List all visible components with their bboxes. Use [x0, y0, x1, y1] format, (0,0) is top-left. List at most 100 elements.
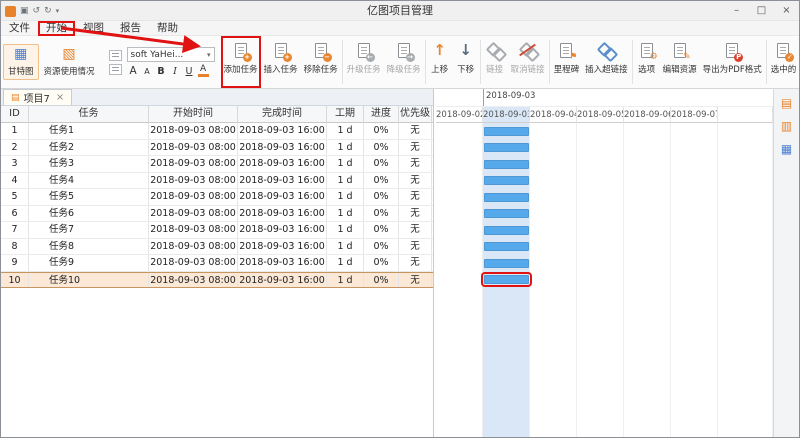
table-row-10[interactable]: 10任务102018-09-03 08:002018-09-03 16:001 …	[1, 272, 433, 289]
gantt-bar-task-10[interactable]	[484, 275, 529, 284]
add-task-button[interactable]: +添加任务	[221, 36, 261, 88]
menu-item-view[interactable]: 视图	[75, 21, 112, 36]
export-pdf-button[interactable]: P导出为PDF格式	[700, 36, 765, 88]
milestone-button[interactable]: ⚑里程碑	[551, 36, 583, 88]
table-cell: 1 d	[327, 222, 364, 238]
column-header-6[interactable]: 优先级	[399, 106, 432, 123]
table-header: ID任务开始时间完成时间工期进度优先级	[1, 106, 433, 123]
column-header-4[interactable]: 工期	[327, 106, 364, 123]
table-row-4[interactable]: 4任务42018-09-03 08:002018-09-03 16:001 d0…	[1, 173, 433, 190]
resource-usage-view-button[interactable]: ▧资源使用情况	[39, 44, 100, 80]
menu-item-report[interactable]: 报告	[112, 21, 149, 36]
resource-panel-icon[interactable]: ▥	[778, 117, 796, 135]
options-button[interactable]: ⚙选项	[634, 36, 660, 88]
gantt-bar-task-7[interactable]	[484, 226, 529, 235]
tab-project7[interactable]: ▤ 项目7 ×	[3, 89, 72, 105]
options-label: 选项	[638, 63, 655, 75]
font-color-button[interactable]: A	[198, 65, 209, 77]
table-cell: 无	[399, 173, 432, 189]
table-row-8[interactable]: 8任务82018-09-03 08:002018-09-03 16:001 d0…	[1, 239, 433, 256]
table-cell: 0%	[364, 255, 399, 271]
demote-task-button[interactable]: →降级任务	[384, 36, 424, 88]
export-pdf-label: 导出为PDF格式	[703, 63, 762, 75]
font-name-select[interactable]: soft YaHei... ▾	[127, 47, 215, 62]
gantt-bar-task-2[interactable]	[484, 143, 529, 152]
save-icon[interactable]: ▣	[20, 1, 29, 21]
link-icon	[485, 41, 505, 60]
table-cell: 无	[399, 273, 432, 288]
format-row: A A B I U A	[127, 65, 215, 77]
gantt-view-button[interactable]: ▦甘特图	[3, 44, 39, 80]
gantt-date-cell: 2018-09-05	[577, 106, 624, 123]
table-row-2[interactable]: 2任务22018-09-03 08:002018-09-03 16:001 d0…	[1, 140, 433, 157]
bold-button[interactable]: B	[156, 66, 167, 77]
undo-icon[interactable]: ↺	[33, 1, 41, 21]
indent-icon[interactable]	[109, 50, 122, 61]
gantt-view-label: 甘特图	[8, 65, 34, 77]
table-cell: 任务9	[29, 255, 149, 271]
outdent-icon[interactable]	[109, 64, 122, 75]
insert-hyperlink-button[interactable]: 插入超链接	[582, 36, 631, 88]
decrease-font-button[interactable]: A	[142, 67, 153, 76]
insert-task-icon: +	[271, 41, 291, 60]
minimize-button[interactable]: –	[724, 1, 749, 20]
column-header-0[interactable]: ID	[1, 106, 29, 123]
menu-item-file[interactable]: 文件	[1, 21, 38, 36]
column-header-1[interactable]: 任务	[29, 106, 149, 123]
gantt-date-cell	[718, 106, 773, 123]
move-down-button[interactable]: ↓下移	[453, 36, 479, 88]
pane-splitter[interactable]	[433, 89, 434, 437]
group-separator	[342, 40, 343, 84]
table-cell: 2018-09-03 16:00	[238, 140, 327, 156]
underline-button[interactable]: U	[184, 66, 195, 77]
table-cell: 2018-09-03 08:00	[149, 239, 238, 255]
remove-task-button[interactable]: −移除任务	[301, 36, 341, 88]
maximize-button[interactable]: □	[749, 1, 774, 20]
move-up-button[interactable]: ↑上移	[427, 36, 453, 88]
task-info-panel-icon[interactable]: ▤	[778, 94, 796, 112]
gantt-bar-task-5[interactable]	[484, 193, 529, 202]
menu-item-home[interactable]: 开始	[38, 21, 75, 36]
close-button[interactable]: ×	[774, 1, 799, 20]
table-row-9[interactable]: 9任务92018-09-03 08:002018-09-03 16:001 d0…	[1, 255, 433, 272]
table-cell: 2018-09-03 16:00	[238, 123, 327, 139]
table-row-6[interactable]: 6任务62018-09-03 08:002018-09-03 16:001 d0…	[1, 206, 433, 223]
gantt-bar-task-6[interactable]	[484, 209, 529, 218]
list-tools	[109, 50, 122, 75]
app-logo-icon	[5, 6, 16, 17]
edit-resource-button[interactable]: ✎编辑资源	[660, 36, 700, 88]
column-header-3[interactable]: 完成时间	[238, 106, 327, 123]
unlink-button[interactable]: 取消链接	[508, 36, 548, 88]
quick-access-toolbar: ▣ ↺ ↻ ▾	[5, 1, 59, 21]
chevron-down-icon[interactable]: ▾	[56, 1, 60, 21]
table-cell: 无	[399, 255, 432, 271]
link-button[interactable]: 链接	[482, 36, 508, 88]
gantt-bar-task-3[interactable]	[484, 160, 529, 169]
increase-font-button[interactable]: A	[128, 65, 139, 77]
gantt-bar-task-1[interactable]	[484, 127, 529, 136]
table-row-5[interactable]: 5任务52018-09-03 08:002018-09-03 16:001 d0…	[1, 189, 433, 206]
badge-glyph: ←	[366, 53, 375, 62]
promote-task-button[interactable]: ←升级任务	[344, 36, 384, 88]
window-controls: –□×	[724, 1, 799, 21]
table-row-7[interactable]: 7任务72018-09-03 08:002018-09-03 16:001 d0…	[1, 222, 433, 239]
gantt-bar-task-4[interactable]	[484, 176, 529, 185]
table-row-1[interactable]: 1任务12018-09-03 08:002018-09-03 16:001 d0…	[1, 123, 433, 140]
italic-button[interactable]: I	[170, 66, 181, 77]
column-header-5[interactable]: 进度	[364, 106, 399, 123]
gantt-bar-task-8[interactable]	[484, 242, 529, 251]
selected-button[interactable]: ✓选中的	[768, 36, 799, 88]
promote-task-label: 升级任务	[347, 63, 381, 75]
gantt-column	[530, 123, 577, 437]
insert-task-button[interactable]: +插入任务	[261, 36, 301, 88]
column-header-2[interactable]: 开始时间	[149, 106, 238, 123]
window-title: 亿图项目管理	[1, 1, 799, 21]
font-controls: soft YaHei... ▾ A A B I U A	[127, 47, 215, 77]
table-row-3[interactable]: 3任务32018-09-03 08:002018-09-03 16:001 d0…	[1, 156, 433, 173]
chart-panel-icon[interactable]: ▦	[778, 140, 796, 158]
close-tab-icon[interactable]: ×	[56, 92, 64, 103]
redo-icon[interactable]: ↻	[44, 1, 52, 21]
badge-glyph: +	[283, 53, 292, 62]
gantt-bar-task-9[interactable]	[484, 259, 529, 268]
menu-item-help[interactable]: 帮助	[149, 21, 186, 36]
